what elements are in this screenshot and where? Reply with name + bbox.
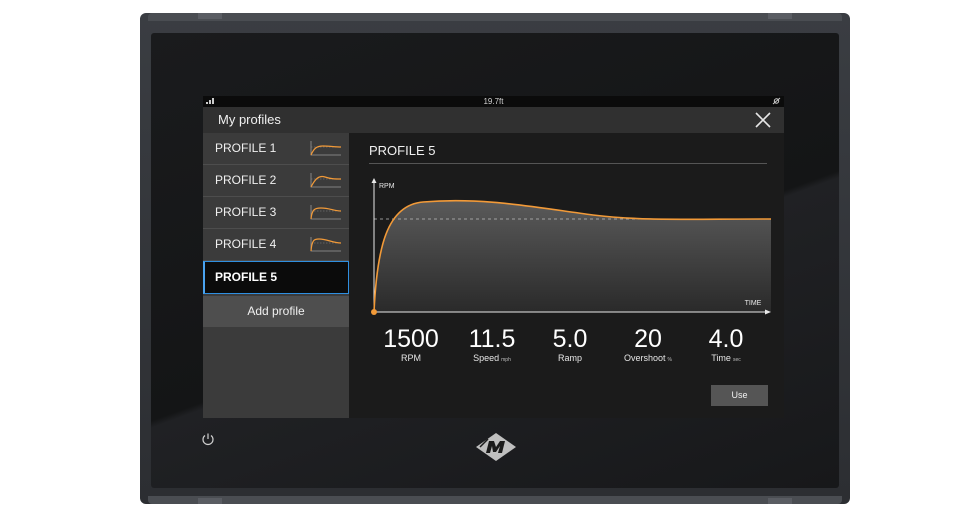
readout-time: 4.0 Time sec (686, 326, 766, 363)
depth-readout: 19.7ft (483, 97, 504, 106)
chart-ylabel: RPM (379, 183, 395, 190)
mercury-logo-icon (476, 433, 516, 461)
add-profile-button[interactable]: Add profile (203, 296, 349, 327)
readout-overshoot: 20 Overshoot% (608, 326, 688, 363)
readout-label: Time sec (711, 353, 741, 363)
readout-value: 20 (634, 325, 662, 353)
readout-value: 4.0 (708, 325, 744, 353)
use-button[interactable]: Use (711, 385, 768, 406)
profile-heading: PROFILE 5 (369, 143, 436, 158)
screen: 19.7ft My profiles PROFILE 1 PROFILE 2 P… (203, 96, 784, 418)
profile-item-4[interactable]: PROFILE 4 (203, 229, 349, 261)
readout-row: 1500 RPM 11.5 Speed mph 5.0 Ramp 20 Overs… (349, 326, 784, 366)
profile-detail: PROFILE 5 RPM TIME 1500 RPM 11.5 Speed m… (349, 133, 784, 418)
readout-value: 5.0 (552, 325, 588, 353)
profile-label: PROFILE 2 (215, 173, 277, 187)
chart-xlabel: TIME (745, 300, 762, 307)
profile-curve-icon (310, 237, 342, 252)
curve-area (374, 200, 771, 312)
close-icon[interactable] (752, 109, 774, 131)
launch-profile-chart: RPM TIME (371, 178, 772, 315)
profile-item-3[interactable]: PROFILE 3 (203, 197, 349, 229)
curve-start-point (371, 309, 377, 315)
status-bar: 19.7ft (203, 96, 784, 107)
bezel-corner (198, 13, 222, 19)
profile-curve-icon (310, 173, 342, 188)
profile-item-5[interactable]: PROFILE 5 (203, 261, 349, 294)
readout-label: RPM (401, 353, 421, 363)
profile-item-1[interactable]: PROFILE 1 (203, 133, 349, 165)
bezel-corner (768, 498, 792, 504)
readout-label: Overshoot% (624, 353, 672, 363)
profile-label: PROFILE 1 (215, 141, 277, 155)
readout-rpm: 1500 RPM (371, 326, 451, 363)
y-axis-arrow (371, 178, 377, 183)
profile-list: PROFILE 1 PROFILE 2 PROFILE 3 PROFILE 4 … (203, 133, 349, 418)
readout-unit: mph (501, 357, 511, 363)
profile-item-2[interactable]: PROFILE 2 (203, 165, 349, 197)
bezel-corner (198, 498, 222, 504)
readout-value: 1500 (383, 325, 439, 353)
readout-unit: % (667, 357, 672, 363)
power-icon[interactable] (201, 432, 215, 446)
dialog-title: My profiles (218, 112, 281, 127)
readout-label: Ramp (557, 353, 582, 363)
satellite-icon (772, 97, 781, 107)
profile-label: PROFILE 5 (215, 270, 278, 284)
profile-curve-icon (310, 205, 342, 220)
profile-curve-icon (310, 141, 342, 156)
bezel-bottom-rim (148, 496, 842, 504)
add-profile-label: Add profile (247, 304, 305, 318)
heading-divider (369, 163, 767, 164)
readout-label: Speed mph (473, 353, 511, 363)
profile-label: PROFILE 3 (215, 205, 277, 219)
readout-speed: 11.5 Speed mph (452, 326, 532, 363)
profile-label: PROFILE 4 (215, 237, 277, 251)
readout-value: 11.5 (468, 325, 516, 353)
readout-ramp: 5.0 Ramp (530, 326, 610, 363)
bezel-top-rim (148, 13, 842, 21)
readout-unit: sec (732, 357, 741, 363)
dialog-titlebar: My profiles (203, 107, 784, 133)
bezel-corner (768, 13, 792, 19)
